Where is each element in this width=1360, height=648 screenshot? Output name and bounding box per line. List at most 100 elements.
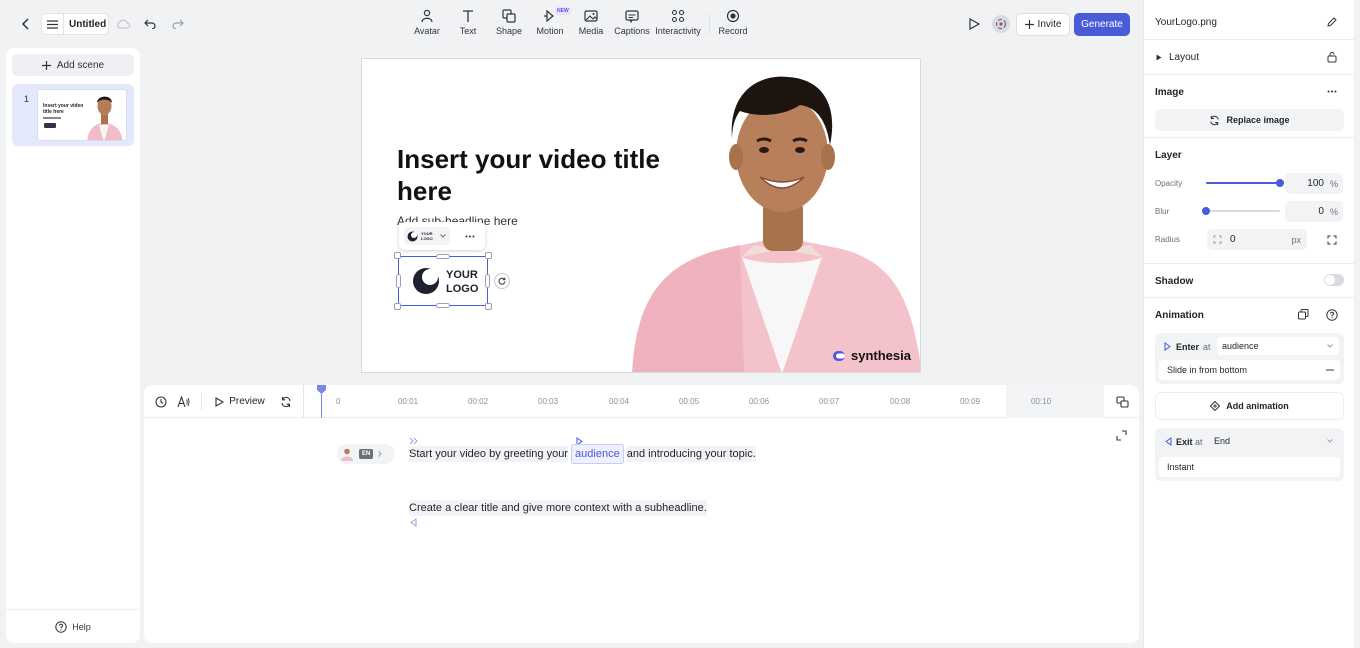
opacity-slider[interactable] bbox=[1206, 179, 1284, 187]
play-icon bbox=[968, 18, 980, 30]
resize-handle-top[interactable] bbox=[436, 254, 450, 259]
add-scene-label: Add scene bbox=[56, 59, 105, 71]
avatar-person-image[interactable] bbox=[632, 59, 921, 373]
scenes-panel: Add scene 1 Insert your video title here… bbox=[6, 48, 140, 643]
resize-handle-tl[interactable] bbox=[394, 252, 401, 259]
more-horizontal-icon bbox=[465, 235, 475, 237]
exit-animation-card: Exit at End Instant bbox=[1155, 428, 1344, 481]
script-1-after: and introducing your topic. bbox=[626, 446, 756, 462]
collaborator-avatar[interactable] bbox=[992, 15, 1010, 33]
voice-settings-button[interactable] bbox=[175, 394, 191, 410]
scene-card-1[interactable]: 1 Insert your video title here bbox=[12, 84, 134, 146]
thumb-person-image bbox=[87, 96, 123, 140]
tool-record[interactable]: Record bbox=[708, 9, 758, 36]
timeline-end-region bbox=[1006, 385, 1104, 418]
synthesia-logo-icon bbox=[833, 350, 846, 361]
exit-effect-value: Instant bbox=[1167, 462, 1195, 472]
animation-section: Animation Enter at audience Slide in fro… bbox=[1144, 298, 1355, 498]
opacity-input[interactable]: 100 % bbox=[1285, 173, 1343, 194]
animation-end-marker-icon bbox=[410, 518, 417, 527]
enter-at-value: audience bbox=[1222, 341, 1259, 351]
brand-text: synthesia bbox=[851, 348, 911, 363]
minus-icon[interactable] bbox=[1326, 369, 1334, 371]
preview-button[interactable]: Preview bbox=[212, 393, 268, 410]
loop-button[interactable] bbox=[278, 394, 294, 410]
resize-handle-right[interactable] bbox=[485, 274, 490, 288]
rotate-handle[interactable] bbox=[494, 273, 510, 289]
document-title[interactable]: Untitled bbox=[69, 19, 106, 30]
lock-icon[interactable] bbox=[1327, 51, 1337, 63]
top-toolbar: Untitled Avatar Text Shape NEW Motion Me… bbox=[0, 0, 1140, 48]
tool-interactivity[interactable]: Interactivity bbox=[653, 9, 703, 36]
exit-effect-select[interactable]: Instant bbox=[1159, 457, 1340, 477]
opacity-slider-thumb[interactable] bbox=[1276, 179, 1284, 187]
scene-canvas[interactable]: Insert your video title here Add sub-hea… bbox=[361, 58, 921, 373]
play-preview-button[interactable] bbox=[965, 15, 983, 33]
file-name: YourLogo.png bbox=[1155, 17, 1217, 28]
script-line-1[interactable]: Start your video by greeting your audien… bbox=[409, 444, 756, 464]
resize-handle-bottom[interactable] bbox=[436, 303, 450, 308]
help-button[interactable]: Help bbox=[6, 609, 140, 643]
rename-button[interactable] bbox=[1325, 15, 1339, 29]
menu-button[interactable] bbox=[42, 14, 64, 34]
timeline-layout-button[interactable] bbox=[1114, 394, 1130, 410]
tool-captions-label: Captions bbox=[614, 26, 650, 36]
replace-image-button[interactable]: Replace image bbox=[1155, 109, 1344, 131]
replace-image-label: Replace image bbox=[1226, 115, 1290, 125]
shadow-section: Shadow bbox=[1144, 264, 1355, 298]
enter-at-select[interactable]: audience bbox=[1217, 337, 1339, 355]
radius-input[interactable]: 0 px bbox=[1207, 229, 1307, 250]
script-keyword-audience[interactable]: audience bbox=[571, 444, 624, 464]
enter-effect-select[interactable]: Slide in from bottom bbox=[1159, 360, 1340, 380]
captions-icon bbox=[625, 10, 639, 23]
shadow-toggle[interactable] bbox=[1324, 274, 1344, 286]
tool-record-label: Record bbox=[718, 26, 748, 36]
blur-input[interactable]: 0 % bbox=[1285, 201, 1343, 222]
element-more-button[interactable] bbox=[461, 229, 479, 243]
logo-swap-button[interactable]: YOUR LOGO bbox=[404, 227, 450, 245]
logo-image-element[interactable]: YOUR LOGO bbox=[394, 252, 492, 310]
refresh-icon bbox=[281, 396, 291, 408]
tick-8: 00:08 bbox=[890, 397, 911, 406]
radius-unit: px bbox=[1291, 234, 1301, 245]
exit-at-value: End bbox=[1214, 436, 1231, 446]
animation-start-marker-icon bbox=[409, 437, 418, 445]
add-scene-button[interactable]: Add scene bbox=[12, 54, 134, 76]
resize-handle-br[interactable] bbox=[485, 303, 492, 310]
resize-handle-tr[interactable] bbox=[485, 252, 492, 259]
help-icon[interactable] bbox=[1326, 309, 1338, 321]
file-header: YourLogo.png bbox=[1144, 0, 1355, 40]
script-line-2[interactable]: Create a clear title and give more conte… bbox=[409, 500, 707, 516]
tool-captions[interactable]: Captions bbox=[607, 9, 657, 36]
help-icon bbox=[55, 620, 67, 633]
tick-9: 00:09 bbox=[960, 397, 981, 406]
layout-section[interactable]: Layout bbox=[1144, 40, 1355, 75]
avatar-thumb-icon bbox=[341, 448, 353, 461]
blur-slider[interactable] bbox=[1202, 207, 1280, 215]
individual-corners-icon[interactable] bbox=[1327, 235, 1337, 245]
invite-button[interactable]: Invite bbox=[1016, 13, 1070, 36]
copy-icon[interactable] bbox=[1298, 309, 1309, 320]
resize-handle-left[interactable] bbox=[396, 274, 401, 288]
history-button[interactable] bbox=[153, 394, 169, 410]
undo-button[interactable] bbox=[141, 15, 159, 33]
expand-timeline-button[interactable] bbox=[1113, 427, 1129, 443]
share-status-icon bbox=[995, 18, 1007, 30]
back-button[interactable] bbox=[16, 14, 36, 34]
exit-at-select[interactable]: End bbox=[1209, 432, 1339, 450]
avatar-voice-chip[interactable]: EN bbox=[337, 444, 395, 464]
blur-slider-thumb[interactable] bbox=[1202, 207, 1210, 215]
opacity-slider-fill bbox=[1206, 182, 1280, 184]
tick-7: 00:07 bbox=[819, 397, 840, 406]
generate-button[interactable]: Generate bbox=[1074, 13, 1130, 36]
add-animation-button[interactable]: Add animation bbox=[1155, 392, 1344, 420]
resize-handle-bl[interactable] bbox=[394, 303, 401, 310]
plus-icon bbox=[41, 60, 51, 70]
tick-0: 0 bbox=[336, 397, 341, 406]
more-horizontal-icon[interactable] bbox=[1327, 90, 1337, 93]
redo-button[interactable] bbox=[169, 15, 187, 33]
chevron-down-icon bbox=[1327, 344, 1333, 348]
layer-section: Layer Opacity 100 % Blur 0 % Radius 0 px bbox=[1144, 138, 1355, 264]
tool-text-label: Text bbox=[459, 26, 477, 36]
playhead[interactable] bbox=[317, 385, 326, 418]
